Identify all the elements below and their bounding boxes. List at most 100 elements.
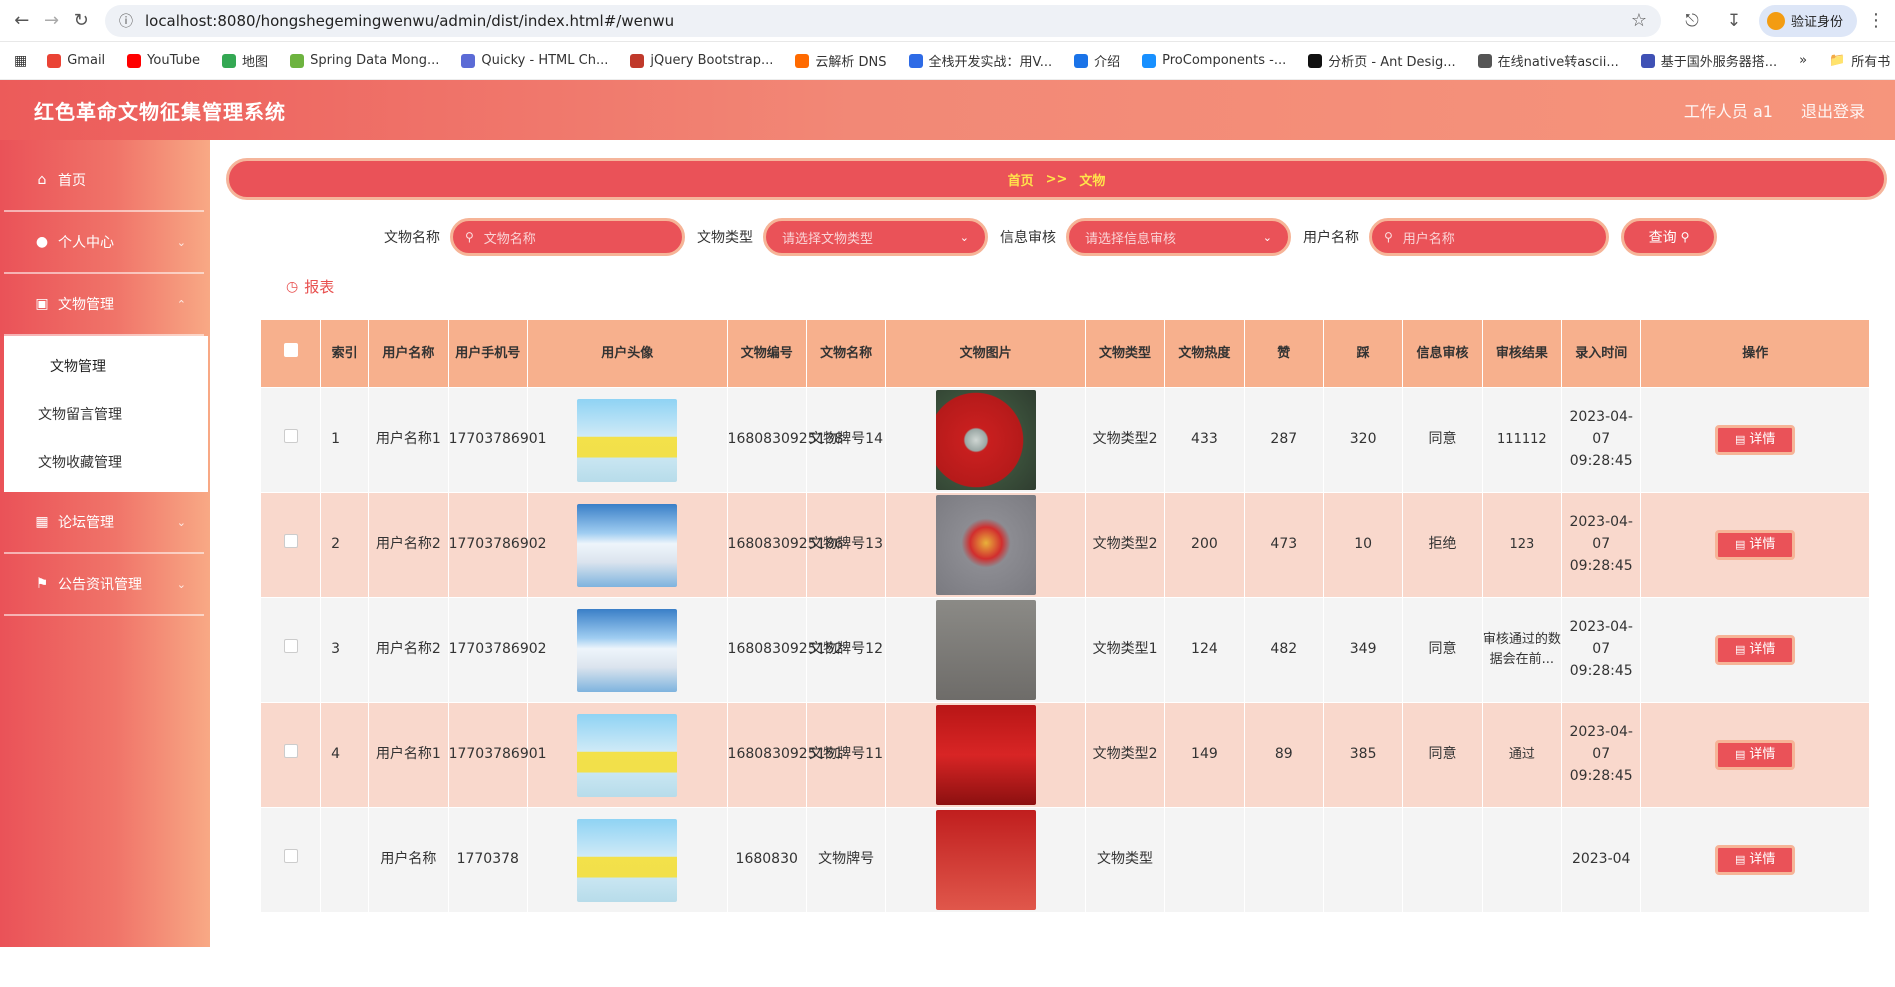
submenu-item-relic-comments[interactable]: 文物留言管理 <box>4 390 208 438</box>
download-icon[interactable]: ↧ <box>1717 6 1751 36</box>
extensions-icon[interactable]: ⎋ <box>1675 6 1709 36</box>
bookmark-item[interactable]: 在线native转ascii... <box>1477 51 1619 70</box>
detail-label: 详情 <box>1749 536 1776 552</box>
audit-placeholder: 请选择信息审核 <box>1085 231 1177 247</box>
detail-button[interactable]: ▤ 详情 <box>1715 635 1796 665</box>
bookmark-item[interactable]: Spring Data Mong... <box>290 51 439 70</box>
cell-user: 用户名称2 <box>368 597 449 703</box>
chevron-down-icon: ⌄ <box>176 515 186 529</box>
bookmark-item[interactable]: Gmail <box>47 51 105 70</box>
forward-arrow-icon[interactable]: → <box>40 6 64 36</box>
relic-image <box>935 495 1036 595</box>
apps-grid-icon[interactable]: ▦ <box>14 53 27 69</box>
table-row: 4 用户名称1 17703786901 1680830925151 文物牌号11 文物类型… <box>259 702 1870 808</box>
relic-image <box>935 810 1036 910</box>
filter-bar: 文物名称 ⚲ 文物名称 文物类型 请选择文物类型 ⌄ 信息审核 请选择信息审核 … <box>226 218 1887 256</box>
sidebar-item-label: 个人中心 <box>58 235 114 251</box>
more-menu-icon[interactable]: ⋮ <box>1867 10 1885 31</box>
action-cell: ▤ 详情 <box>1640 702 1870 808</box>
bookmark-item[interactable]: ProComponents -... <box>1142 51 1286 70</box>
submenu-item-relic[interactable]: 文物管理 <box>4 342 208 390</box>
address-bar[interactable]: ⓘ localhost:8080/hongshegemingwenwu/admi… <box>104 4 1661 37</box>
bookmark-item[interactable]: 分析页 - Ant Desig... <box>1308 51 1456 70</box>
column-header: 文物类型 <box>1084 319 1166 388</box>
bookmark-item[interactable]: 云解析 DNS <box>795 51 887 70</box>
detail-button[interactable]: ▤ 详情 <box>1715 425 1796 455</box>
row-checkbox[interactable] <box>283 849 298 864</box>
briefcase-icon: ▣ <box>35 296 49 312</box>
sidebar: ⌂ 首页 ● 个人中心 ⌄ ▣ 文物管理 ⌃ 文物管理 文物留言管理 文物收藏管… <box>0 140 210 947</box>
breadcrumb-home[interactable]: 首页 <box>1008 170 1034 189</box>
row-select-cell <box>259 702 322 808</box>
site-info-icon[interactable]: ⓘ <box>119 11 133 31</box>
bookmark-item[interactable]: YouTube <box>127 51 200 70</box>
relic-image <box>935 600 1036 700</box>
row-checkbox[interactable] <box>283 429 298 444</box>
detail-label: 详情 <box>1749 746 1776 762</box>
sidebar-item-label: 论坛管理 <box>58 515 114 531</box>
grid-icon: ▦ <box>35 514 49 530</box>
cell-phone: 17703786902 <box>447 492 547 598</box>
relic-type-select[interactable]: 请选择文物类型 ⌄ <box>763 218 988 256</box>
logout-button[interactable]: 退出登录 <box>1801 98 1865 122</box>
cell-idx <box>320 807 370 913</box>
bookmark-item[interactable]: jQuery Bootstrap... <box>630 51 773 70</box>
bookmark-favicon-icon <box>630 53 645 68</box>
reload-icon[interactable]: ↻ <box>69 6 93 36</box>
bookmark-label: ProComponents -... <box>1162 53 1287 68</box>
select-all-cell <box>259 319 322 388</box>
select-all-checkbox[interactable] <box>283 343 298 358</box>
user-icon: ● <box>35 234 49 250</box>
relic-name-placeholder: 文物名称 <box>483 231 536 247</box>
chevron-down-icon: ⌄ <box>1262 230 1272 244</box>
sidebar-item-personal[interactable]: ● 个人中心 ⌄ <box>4 212 204 274</box>
browser-toolbar: ← → ↻ ⓘ localhost:8080/hongshegemingwenw… <box>0 0 1895 42</box>
breadcrumb-separator: >> <box>1045 171 1068 187</box>
cell-result: 通过 <box>1481 702 1563 808</box>
cell-result: 123 <box>1481 492 1563 598</box>
query-button[interactable]: 查询 ⚲ <box>1621 218 1717 256</box>
cell-audit: 拒绝 <box>1402 492 1483 598</box>
detail-button[interactable]: ▤ 详情 <box>1715 530 1796 560</box>
bookmark-item[interactable]: 全栈开发实战：用V... <box>908 51 1052 70</box>
sidebar-item-relic[interactable]: ▣ 文物管理 ⌃ <box>4 274 204 336</box>
table-row: 2 用户名称2 17703786902 1680830925186 文物牌号13 文物类型… <box>259 492 1870 598</box>
all-bookmarks-link[interactable]: 所有书 <box>1851 51 1890 70</box>
row-checkbox[interactable] <box>283 534 298 549</box>
action-cell: ▤ 详情 <box>1640 492 1870 598</box>
bookmark-star-icon[interactable]: ☆ <box>1631 10 1647 31</box>
cell-code: 1680830 <box>726 807 807 913</box>
document-icon: ▤ <box>1734 748 1746 762</box>
sidebar-item-forum[interactable]: ▦ 论坛管理 ⌄ <box>4 492 204 554</box>
cell-phone: 17703786902 <box>447 597 547 703</box>
sidebar-item-notice[interactable]: ⚑ 公告资讯管理 ⌄ <box>4 554 204 616</box>
relic-name-input[interactable]: ⚲ 文物名称 <box>450 218 685 256</box>
detail-button[interactable]: ▤ 详情 <box>1715 740 1796 770</box>
submenu-item-relic-favorites[interactable]: 文物收藏管理 <box>4 438 208 486</box>
row-checkbox[interactable] <box>283 639 298 654</box>
bookmark-item[interactable]: Quicky - HTML Ch... <box>461 51 608 70</box>
verify-identity-button[interactable]: 验证身份 <box>1758 4 1857 37</box>
cell-audit <box>1402 807 1483 913</box>
cell-name: 文物牌号12 <box>805 597 887 703</box>
row-checkbox[interactable] <box>283 744 298 759</box>
cell-audit: 同意 <box>1402 387 1483 493</box>
bookmark-item[interactable]: 介绍 <box>1074 51 1120 70</box>
table-header-row: 索引 用户名称 用户手机号 用户头像 文物编号 文物名称 文物图片 文物类型 文… <box>259 319 1870 388</box>
sidebar-item-home[interactable]: ⌂ 首页 <box>4 150 204 212</box>
filter-label-name: 文物名称 <box>384 230 440 246</box>
back-arrow-icon[interactable]: ← <box>10 6 34 36</box>
bookmarks-overflow-icon[interactable]: » <box>1799 53 1807 68</box>
bookmark-item[interactable]: 地图 <box>222 51 268 70</box>
bookmark-item[interactable]: 基于国外服务器搭... <box>1640 51 1777 70</box>
audit-select[interactable]: 请选择信息审核 ⌄ <box>1066 218 1291 256</box>
bookmarks-bar: ▦ Gmail YouTube 地图 Spring Data Mong... Quick… <box>0 42 1895 80</box>
relic-image-cell <box>885 492 1086 598</box>
cell-name: 文物牌号 <box>805 807 887 913</box>
url-text[interactable]: localhost:8080/hongshegemingwenwu/admin/… <box>145 12 1631 30</box>
user-name-input[interactable]: ⚲ 用户名称 <box>1369 218 1609 256</box>
detail-button[interactable]: ▤ 详情 <box>1715 845 1796 875</box>
bookmark-favicon-icon <box>908 53 923 68</box>
cell-time: 2023-04-07 09:28:45 <box>1561 492 1642 598</box>
report-link[interactable]: ◷ 报表 <box>286 276 1887 297</box>
